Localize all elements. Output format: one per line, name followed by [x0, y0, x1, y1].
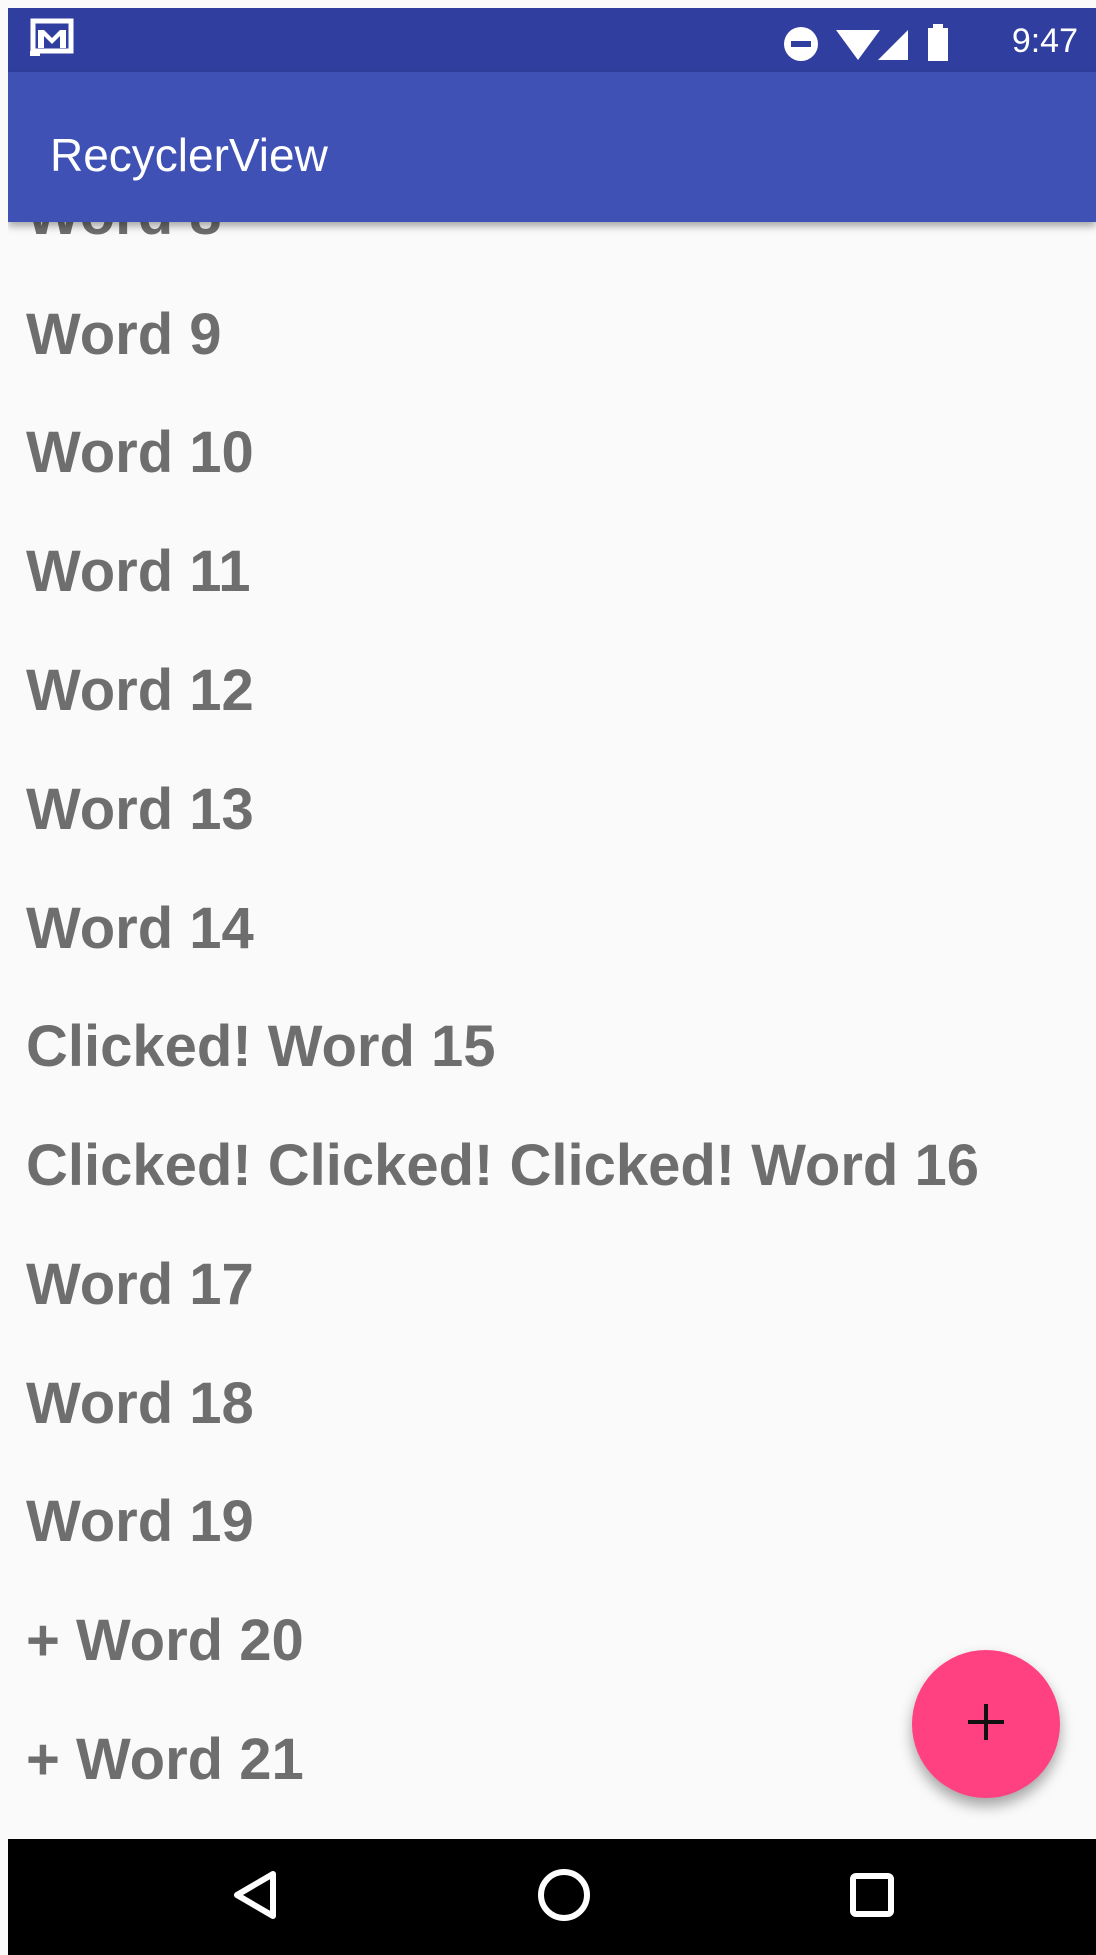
battery-icon [928, 24, 948, 61]
status-bar: 9:47 [8, 8, 1096, 72]
list-item[interactable]: Word 8 [26, 222, 222, 248]
list-item[interactable]: Clicked! Word 15 [26, 1014, 496, 1080]
back-icon [229, 1868, 283, 1927]
list-item[interactable]: Word 18 [26, 1371, 254, 1437]
list-item[interactable]: Word 11 [26, 539, 251, 605]
home-icon [535, 1866, 593, 1929]
list-item[interactable]: Word 14 [26, 896, 254, 962]
cell-signal-icon [878, 30, 908, 60]
list-item[interactable]: Word 9 [26, 302, 222, 368]
clock: 9:47 [1011, 22, 1078, 60]
plus-icon [966, 1702, 1006, 1747]
add-word-fab[interactable] [912, 1650, 1060, 1798]
wifi-icon [836, 30, 880, 60]
home-button[interactable] [526, 1859, 602, 1935]
app-title: RecyclerView [50, 129, 328, 181]
back-button[interactable] [218, 1859, 294, 1935]
screen: 9:47 RecyclerView Word 8 Word 9 Word 10 … [8, 8, 1096, 1955]
navigation-bar [8, 1839, 1096, 1955]
list-item[interactable]: Clicked! Clicked! Clicked! Word 16 [26, 1133, 979, 1199]
list-item[interactable]: + Word 20 [26, 1608, 304, 1674]
app-bar: RecyclerView [8, 72, 1096, 222]
list-item[interactable]: Word 19 [26, 1489, 254, 1555]
list-item[interactable]: Word 12 [26, 658, 254, 724]
list-item[interactable]: Word 10 [26, 420, 254, 486]
recents-button[interactable] [834, 1859, 910, 1935]
do-not-disturb-icon [784, 27, 818, 61]
list-item[interactable]: + Word 21 [26, 1727, 304, 1793]
recents-icon [847, 1870, 897, 1925]
list-item[interactable]: Word 17 [26, 1252, 254, 1318]
list-item[interactable]: Word 13 [26, 777, 254, 843]
word-list[interactable]: Word 8 Word 9 Word 10 Word 11 Word 12 Wo… [8, 222, 1096, 1839]
gmail-notification-icon [30, 18, 78, 63]
